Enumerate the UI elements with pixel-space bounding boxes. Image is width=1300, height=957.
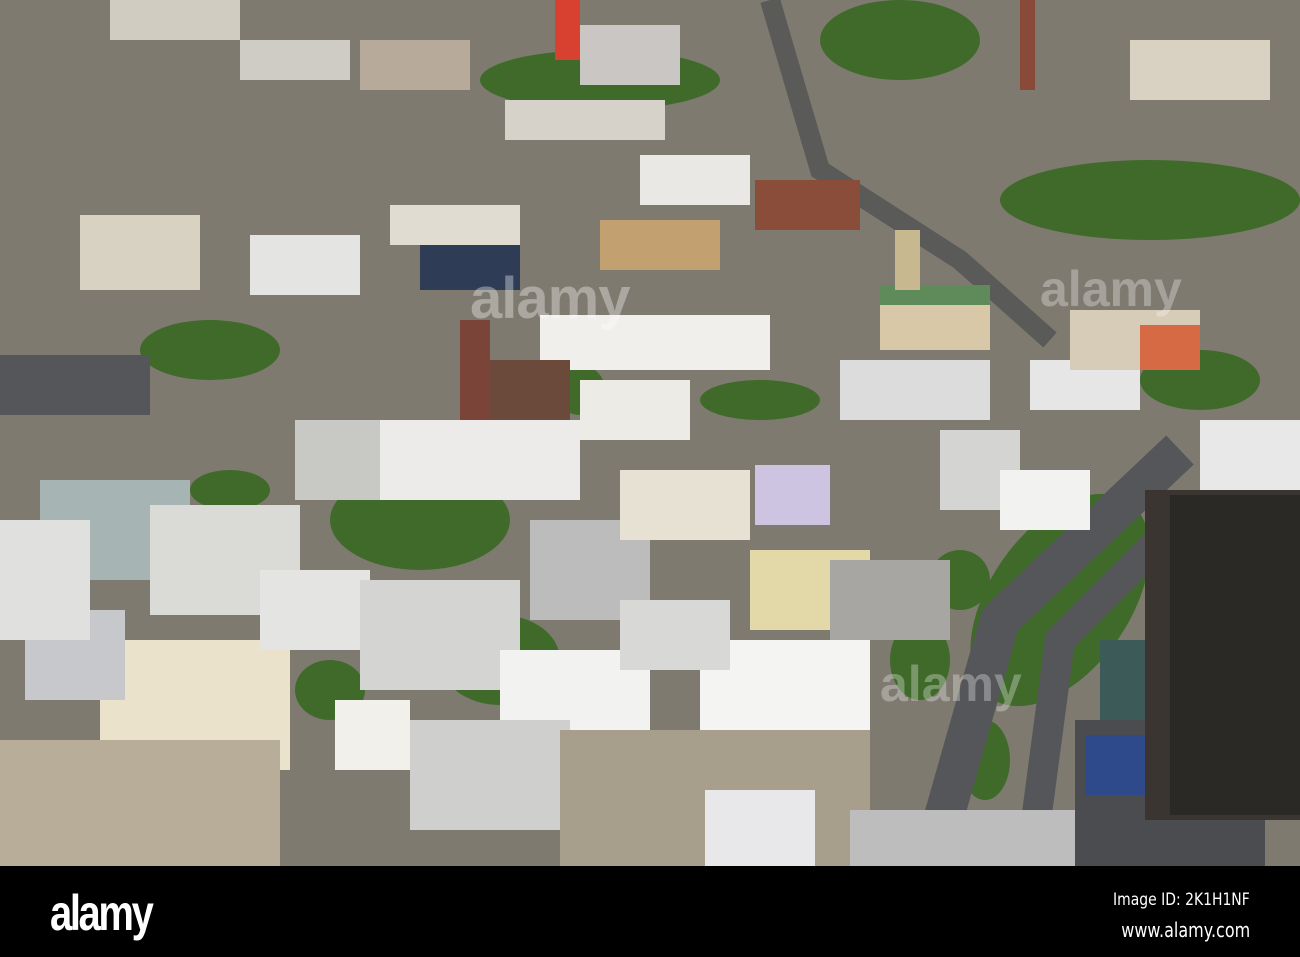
image-id: Image ID: 2K1H1NF — [1113, 890, 1250, 910]
watermark: alamy — [880, 656, 1022, 712]
alamy-logo: alamy — [50, 885, 154, 941]
aerial-city-photo: alamy alamy alamy — [0, 0, 1300, 866]
footer-bar: alamy Image ID: 2K1H1NF www.alamy.com — [0, 866, 1300, 957]
watermark: alamy — [1040, 261, 1182, 317]
site-url: www.alamy.com — [1121, 918, 1250, 942]
city-scene — [0, 0, 1300, 866]
watermark: alamy — [470, 266, 630, 331]
